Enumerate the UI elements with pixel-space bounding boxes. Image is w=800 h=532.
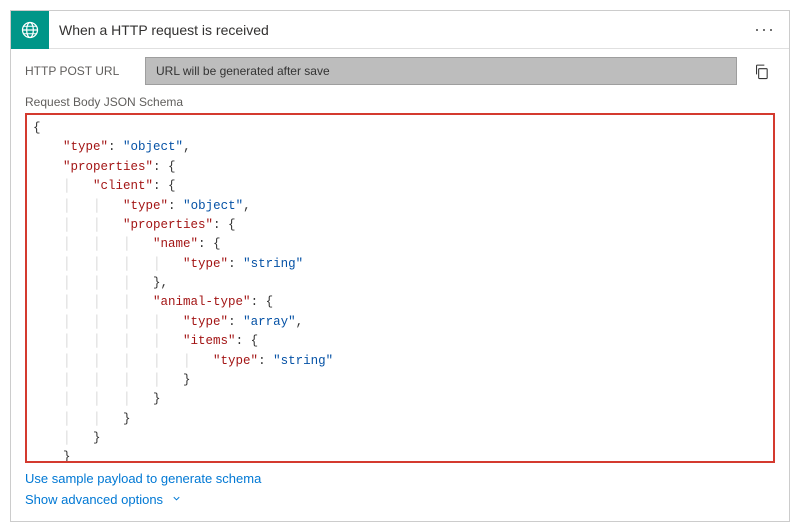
card-title: When a HTTP request is received	[49, 22, 740, 38]
card-header: When a HTTP request is received ···	[11, 11, 789, 49]
footer-links: Use sample payload to generate schema Sh…	[25, 469, 775, 511]
http-trigger-icon	[11, 11, 49, 49]
schema-editor[interactable]: { "type": "object", "properties": { │ "c…	[25, 113, 775, 463]
copy-icon	[753, 63, 770, 80]
schema-label: Request Body JSON Schema	[25, 95, 775, 109]
card-body: HTTP POST URL URL will be generated afte…	[11, 49, 789, 521]
sample-payload-link[interactable]: Use sample payload to generate schema	[25, 469, 775, 490]
card-menu-button[interactable]: ···	[740, 19, 789, 40]
trigger-card: When a HTTP request is received ··· HTTP…	[10, 10, 790, 522]
http-url-field: URL will be generated after save	[145, 57, 737, 85]
advanced-options-link[interactable]: Show advanced options	[25, 490, 775, 511]
copy-url-button[interactable]	[747, 57, 775, 85]
advanced-options-label: Show advanced options	[25, 492, 163, 507]
http-url-row: HTTP POST URL URL will be generated afte…	[25, 57, 775, 85]
http-url-label: HTTP POST URL	[25, 64, 135, 78]
chevron-down-icon	[171, 490, 182, 511]
